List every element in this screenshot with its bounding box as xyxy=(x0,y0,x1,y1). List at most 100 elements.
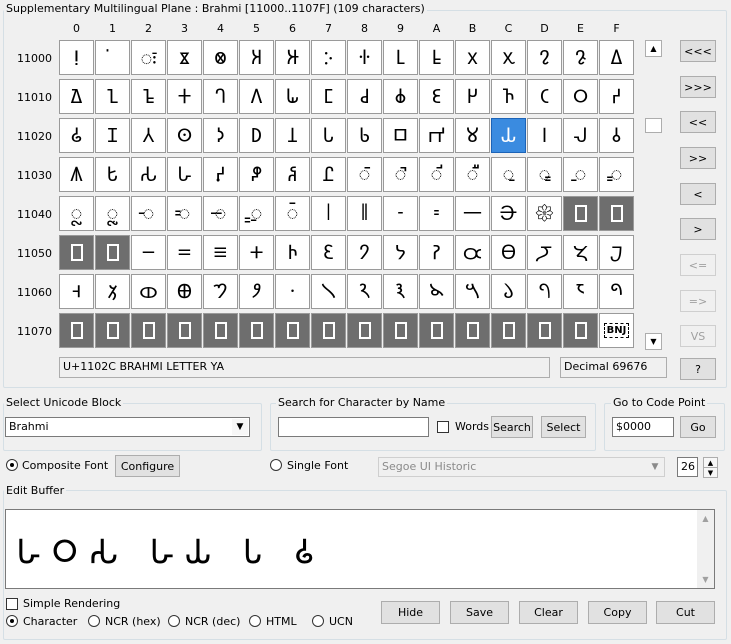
grid-cell[interactable]: 𑁄 xyxy=(203,196,238,231)
grid-cell[interactable]: 𑀢 xyxy=(131,118,166,153)
grid-cell[interactable]: 𑁥 xyxy=(239,274,274,309)
single-font-radio[interactable] xyxy=(270,459,282,471)
grid-cell[interactable]: ः xyxy=(131,40,166,75)
grid-cell[interactable]: 𑀪 xyxy=(419,118,454,153)
grid-cell[interactable]: 𑀃 xyxy=(167,40,202,75)
grid-cell[interactable]: 𑁮 xyxy=(563,274,598,309)
grid-cell[interactable]: BNJ xyxy=(599,313,634,348)
grid-cell[interactable]: 𑀅 xyxy=(239,40,274,75)
grid-cell-selected[interactable]: 𑀬 xyxy=(491,118,526,153)
grid-cell[interactable]: 𑁞 xyxy=(563,235,598,270)
grid-cell[interactable]: 𑁦 xyxy=(275,274,310,309)
grid-cell[interactable]: 𑁜 xyxy=(491,235,526,270)
nav-button[interactable]: <= xyxy=(680,254,716,276)
grid-cell[interactable]: 𑁌 xyxy=(491,196,526,231)
nav-button[interactable]: <<< xyxy=(680,40,716,62)
grid-cell[interactable] xyxy=(419,313,454,348)
scroll-down-arrow-icon[interactable]: ▼ xyxy=(645,333,662,350)
grid-cell[interactable]: 𑀋 xyxy=(455,40,490,75)
grid-cell[interactable]: 𑁒 xyxy=(131,235,166,270)
grid-cell[interactable] xyxy=(239,313,274,348)
simple-rendering-checkbox[interactable] xyxy=(6,598,18,610)
grid-cell[interactable] xyxy=(599,196,634,231)
grid-cell[interactable] xyxy=(95,235,130,270)
grid-cell[interactable]: 𑁬 xyxy=(491,274,526,309)
nav-button[interactable]: >>> xyxy=(680,76,716,98)
grid-cell[interactable]: 𑀱 xyxy=(95,157,130,192)
grid-cell[interactable]: 𑀶 xyxy=(275,157,310,192)
grid-cell[interactable]: 𑀻 xyxy=(455,157,490,192)
grid-cell[interactable]: 𑁧 xyxy=(311,274,346,309)
grid-cell[interactable] xyxy=(563,196,598,231)
nav-button[interactable]: < xyxy=(680,183,716,205)
grid-cell[interactable]: 𑀸 xyxy=(347,157,382,192)
grid-cell[interactable]: 𑁤 xyxy=(203,274,238,309)
grid-cell[interactable] xyxy=(563,313,598,348)
grid-cell[interactable] xyxy=(95,313,130,348)
grid-cell[interactable]: 𑁖 xyxy=(275,235,310,270)
grid-cell[interactable]: 𑀘 xyxy=(347,79,382,114)
grid-cell[interactable]: 𑁫 xyxy=(455,274,490,309)
font-dropdown-arrow-icon[interactable]: ▼ xyxy=(647,459,663,475)
nav-button[interactable]: > xyxy=(680,218,716,240)
grid-cell[interactable]: 𑀨 xyxy=(347,118,382,153)
nav-button[interactable]: << xyxy=(680,111,716,133)
go-button[interactable]: Go xyxy=(680,416,716,438)
grid-cell[interactable]: 𑀝 xyxy=(527,79,562,114)
grid-cell[interactable]: 𑀷 xyxy=(311,157,346,192)
grid-cell[interactable]: 𑁭 xyxy=(527,274,562,309)
grid-cell[interactable]: 𑁯 xyxy=(599,274,634,309)
grid-cell[interactable]: 𑀕 xyxy=(239,79,274,114)
buffer-scroll-up-icon[interactable]: ▲ xyxy=(697,510,714,527)
output-format-radio[interactable] xyxy=(88,615,100,627)
grid-cell[interactable]: 𑀳 xyxy=(167,157,202,192)
grid-cell[interactable]: 𑁗 xyxy=(311,235,346,270)
grid-cell[interactable]: 𑀖 xyxy=(275,79,310,114)
nav-button[interactable]: ? xyxy=(680,358,716,380)
copy-button[interactable]: Copy xyxy=(588,601,647,624)
grid-cell[interactable]: 𑁚 xyxy=(419,235,454,270)
hide-button[interactable]: Hide xyxy=(381,601,440,624)
configure-button[interactable]: Configure xyxy=(115,455,180,477)
grid-cell[interactable] xyxy=(59,235,94,270)
grid-cell[interactable]: 𑀤 xyxy=(203,118,238,153)
grid-cell[interactable]: 𑁇 xyxy=(311,196,346,231)
grid-cell[interactable]: 𑀐 xyxy=(59,79,94,114)
grid-cell[interactable]: 𑀴 xyxy=(203,157,238,192)
edit-buffer-scrollbar[interactable]: ▲ ▼ xyxy=(697,510,714,588)
grid-cell[interactable]: 𑁙 xyxy=(383,235,418,270)
grid-cell[interactable]: 𑁟 xyxy=(599,235,634,270)
grid-cell[interactable]: 𑀏 xyxy=(599,40,634,75)
select-button[interactable]: Select xyxy=(541,416,586,438)
composite-font-radio[interactable] xyxy=(6,459,18,471)
grid-cell[interactable]: 𑁉 xyxy=(383,196,418,231)
grid-cell[interactable]: 𑀵 xyxy=(239,157,274,192)
grid-cell[interactable]: 𑀒 xyxy=(131,79,166,114)
words-checkbox[interactable] xyxy=(437,421,449,433)
grid-cell[interactable]: 𑀎 xyxy=(563,40,598,75)
cut-button[interactable]: Cut xyxy=(656,601,715,624)
grid-cell[interactable]: 𑀍 xyxy=(527,40,562,75)
grid-cell[interactable]: 𑁕 xyxy=(239,235,274,270)
grid-scrollbar[interactable]: ▲ ▼ xyxy=(645,40,662,350)
grid-cell[interactable]: 𑀔 xyxy=(203,79,238,114)
search-input[interactable] xyxy=(278,417,429,437)
grid-cell[interactable]: 𑁨 xyxy=(347,274,382,309)
grid-cell[interactable]: 𑀮 xyxy=(563,118,598,153)
grid-cell[interactable]: 𑀭 xyxy=(527,118,562,153)
clear-button[interactable]: Clear xyxy=(519,601,578,624)
search-button[interactable]: Search xyxy=(491,416,533,438)
grid-cell[interactable]: 𑀈 xyxy=(347,40,382,75)
nav-button[interactable]: VS xyxy=(680,325,716,347)
edit-buffer-textarea[interactable]: 𑀳𑀞𑀲 𑀳𑀬 𑀧 𑀠 ▲ ▼ xyxy=(5,509,715,589)
grid-cell[interactable] xyxy=(275,313,310,348)
grid-cell[interactable]: 𑀺 xyxy=(419,157,454,192)
grid-cell[interactable]: 𑀡 xyxy=(95,118,130,153)
grid-cell[interactable]: 𑀿 xyxy=(599,157,634,192)
grid-cell[interactable]: 𑁈 xyxy=(347,196,382,231)
grid-cell[interactable]: 𑀣 xyxy=(167,118,202,153)
font-size-input[interactable]: 26 xyxy=(677,457,698,477)
grid-cell[interactable] xyxy=(491,313,526,348)
grid-cell[interactable]: 𑀞 xyxy=(563,79,598,114)
grid-cell[interactable]: 𑀫 xyxy=(455,118,490,153)
